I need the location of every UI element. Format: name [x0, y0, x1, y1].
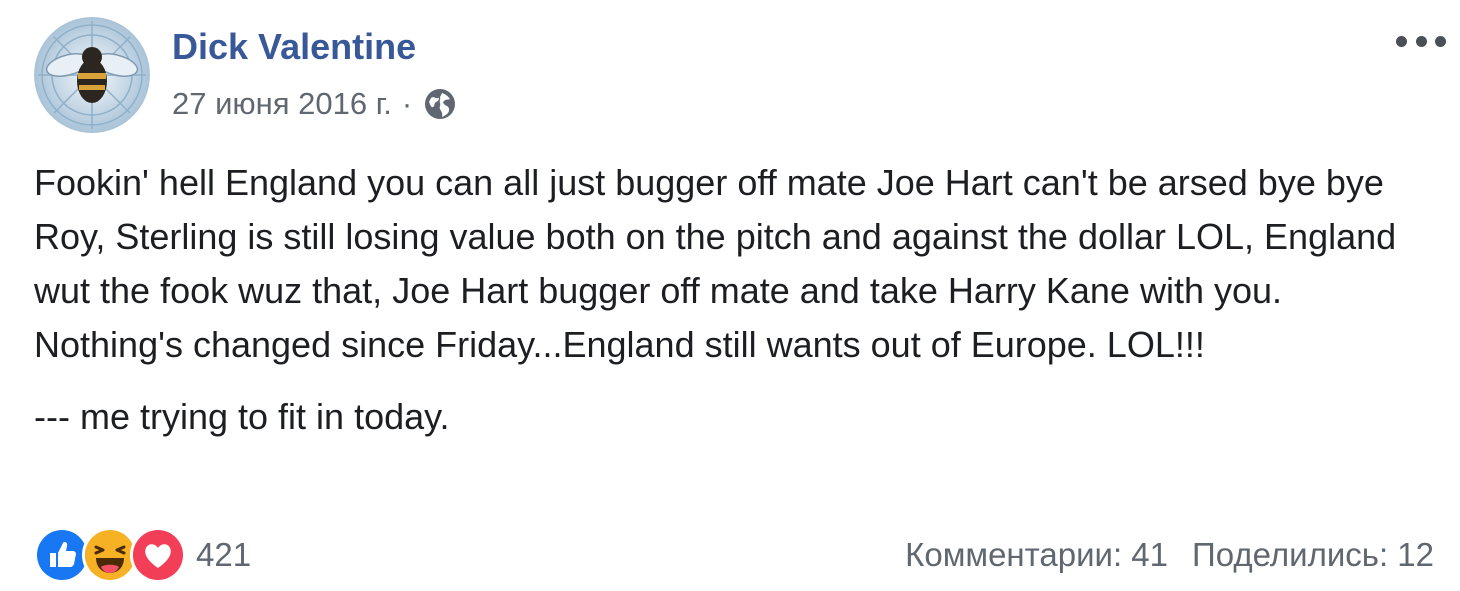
- avatar[interactable]: [34, 17, 150, 133]
- more-dot: [1415, 35, 1427, 47]
- globe-icon[interactable]: [422, 86, 458, 122]
- comments-count-link[interactable]: Комментарии: 41: [905, 536, 1168, 574]
- reactions-summary[interactable]: 421: [34, 527, 251, 583]
- more-dot: [1396, 35, 1407, 47]
- love-icon: [130, 527, 186, 583]
- post-date[interactable]: 27 июня 2016 г.: [172, 86, 392, 122]
- post-meta: 27 июня 2016 г. ·: [172, 84, 458, 124]
- facebook-post: Dick Valentine 27 июня 2016 г. · Fookin'…: [0, 0, 1460, 591]
- post-body: Fookin' hell England you can all just bu…: [34, 156, 1434, 444]
- bee-avatar-image: [34, 17, 150, 133]
- more-options-button[interactable]: [1396, 24, 1446, 58]
- more-dot: [1435, 35, 1446, 47]
- meta-separator: ·: [401, 86, 413, 121]
- reaction-count[interactable]: 421: [196, 536, 251, 574]
- post-paragraph: Fookin' hell England you can all just bu…: [34, 162, 1397, 365]
- post-stats: Комментарии: 41 Поделились: 12: [905, 530, 1434, 580]
- author-name[interactable]: Dick Valentine: [172, 26, 416, 68]
- shares-count-link[interactable]: Поделились: 12: [1192, 536, 1434, 574]
- post-paragraph: --- me trying to fit in today.: [34, 396, 450, 437]
